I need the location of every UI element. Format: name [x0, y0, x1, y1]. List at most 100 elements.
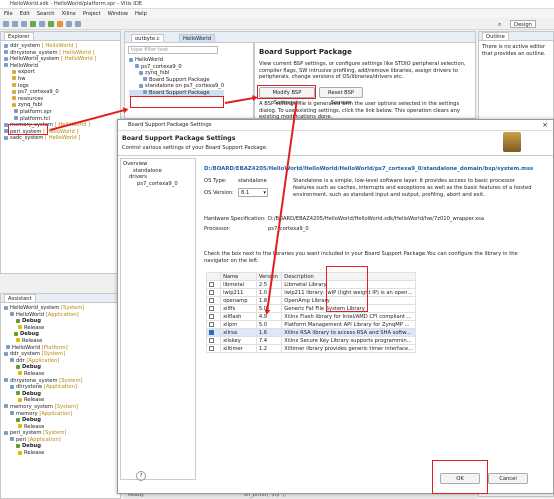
filter-input[interactable]: type filter text [128, 46, 218, 54]
explorer-item[interactable]: dhrystone_system [ HelloWorld ] [4, 50, 120, 57]
os-version-select[interactable]: 8.1 ▾ [238, 188, 268, 197]
library-checkbox[interactable] [209, 281, 214, 287]
library-row[interactable]: openamp 1.8 OpenAmp Library [205, 296, 416, 305]
program-icon[interactable] [57, 20, 63, 27]
explorer-item[interactable]: hw [4, 76, 120, 83]
explorer-item[interactable]: logs [4, 83, 120, 90]
assistant-item[interactable]: HelloWorld [Platform] [4, 345, 120, 352]
tab-outbyte[interactable]: outbyte.c [131, 34, 164, 42]
assistant-item[interactable]: Debug [4, 417, 120, 424]
node-icon [4, 351, 8, 356]
nav-standalone[interactable]: standalone [123, 168, 195, 175]
forward-icon[interactable] [75, 20, 81, 27]
assistant-item[interactable]: Release [4, 325, 120, 332]
explorer-item[interactable]: ddr_system [ HelloWorld ] [4, 43, 120, 50]
assistant-item[interactable]: peri [Application] [4, 437, 120, 444]
assistant-item[interactable]: peri_system [System] [4, 430, 120, 437]
menu-item[interactable]: Project [83, 11, 101, 17]
explorer-item[interactable]: zynq_fsbl [4, 102, 120, 109]
design-perspective-button[interactable]: Design [510, 20, 536, 28]
explorer-item[interactable]: resources [4, 96, 120, 103]
menu-item[interactable]: Edit [20, 11, 30, 17]
menu-item[interactable]: Xilinx [62, 11, 76, 17]
explorer-item[interactable]: platform.tcl [4, 116, 120, 123]
assistant-item[interactable]: Release [4, 424, 120, 431]
library-checkbox[interactable] [209, 313, 214, 319]
library-row[interactable]: xilskey 7.4 Xilinx Secure Key Library supp… [205, 336, 416, 345]
assistant-item[interactable]: HelloWorld [Application] [4, 312, 120, 319]
platform-tree-item[interactable]: ps7_cortexa9_0 [129, 64, 224, 71]
search-icon[interactable]: ⌕ [498, 21, 501, 29]
menu-item[interactable]: Search [37, 11, 55, 17]
tab-outline[interactable]: Outline [482, 32, 509, 40]
library-checkbox[interactable] [209, 337, 214, 343]
platform-tree-item[interactable]: HelloWorld [129, 57, 224, 64]
explorer-item[interactable]: ps7_cortexa9_0 [4, 89, 120, 96]
assistant-item[interactable]: memory [Application] [4, 411, 120, 418]
assistant-item[interactable]: Debug [4, 391, 120, 398]
assistant-item[interactable]: Debug [4, 364, 120, 371]
tab-assistant[interactable]: Assistant [4, 294, 36, 302]
menu-item[interactable]: Help [135, 11, 147, 17]
back-icon[interactable] [66, 20, 72, 27]
tab-explorer[interactable]: Explorer [4, 32, 34, 40]
col-name[interactable]: Name [220, 272, 257, 281]
nav-processor[interactable]: ps7_cortexa9_0 [123, 181, 195, 188]
library-checkbox[interactable] [209, 329, 214, 335]
library-row[interactable]: xilrsa 1.6 Xilinx RSA library to access RS… [205, 328, 416, 337]
library-row[interactable]: libmetal 2.5 Libmetal Library [205, 280, 416, 289]
assistant-item[interactable]: Debug [4, 318, 120, 325]
library-checkbox[interactable] [209, 305, 214, 311]
new-icon[interactable] [3, 20, 9, 27]
assistant-item[interactable]: dhrystone_system [System] [4, 378, 120, 385]
library-row[interactable]: xiltimer 1.2 Xiltimer library provides gen… [205, 344, 416, 353]
menu-item[interactable]: Window [108, 11, 128, 17]
explorer-item-label: dhrystone_system [10, 49, 58, 56]
save-icon[interactable] [12, 20, 18, 27]
run-icon[interactable] [48, 20, 54, 27]
library-checkbox[interactable] [209, 321, 214, 327]
platform-tree-item[interactable]: zynq_fsbl [129, 70, 224, 77]
highlight-bsp-node [130, 96, 224, 108]
library-checkbox[interactable] [209, 289, 214, 295]
platform-tree-item[interactable]: Board Support Package [129, 77, 224, 84]
assistant-item-label: HelloWorld [12, 344, 41, 351]
explorer-item[interactable]: HelloWorld_system [ HelloWorld ] [4, 56, 120, 63]
assistant-item[interactable]: Release [4, 338, 120, 345]
col-version[interactable]: Version [255, 272, 283, 281]
close-icon[interactable]: × [542, 121, 548, 129]
library-description: Xiltimer library provides generic timer … [281, 344, 416, 353]
node-icon [139, 70, 143, 75]
assistant-item[interactable]: Release [4, 397, 120, 404]
library-checkbox[interactable] [209, 297, 214, 303]
library-row[interactable]: xilflash 4.9 Xilinx Flash library for Inte… [205, 312, 416, 321]
cancel-button[interactable]: Cancel [488, 473, 528, 484]
assistant-item[interactable]: Debug [4, 443, 120, 450]
assistant-item-label: Debug [22, 443, 41, 450]
assistant-item[interactable]: Debug [4, 331, 120, 338]
build-icon[interactable] [30, 20, 36, 27]
assistant-item[interactable]: ddr_system [System] [4, 351, 120, 358]
nav-drivers[interactable]: drivers [123, 174, 195, 181]
copy-icon[interactable] [21, 20, 27, 27]
assistant-item[interactable]: HelloWorld_system [System] [4, 305, 120, 312]
platform-tree-item[interactable]: standalone on ps7_cortexa9_0 [129, 83, 224, 90]
tab-helloworld[interactable]: HelloWorld [179, 34, 216, 42]
library-checkbox[interactable] [209, 345, 214, 351]
assistant-item[interactable]: ddr [Application] [4, 358, 120, 365]
help-button[interactable]: ? [136, 471, 146, 481]
assistant-item[interactable]: memory_system [System] [4, 404, 120, 411]
nav-overview[interactable]: Overview [123, 161, 195, 168]
library-row[interactable]: xilffs 5.0 Generic Fat File System Library [205, 304, 416, 313]
reset-bsp-sources-button[interactable]: Reset BSP Sources [319, 87, 363, 106]
library-row[interactable]: xilpm 5.0 Platform Management API Library … [205, 320, 416, 329]
explorer-item[interactable]: HelloWorld [4, 63, 120, 70]
assistant-item[interactable]: Release [4, 371, 120, 378]
explorer-item[interactable]: sadc_system [ HelloWorld ] [4, 135, 120, 142]
library-row[interactable]: lwip211 1.0 lwip211 library: lwIP (light w… [205, 288, 416, 297]
menu-item[interactable]: File [4, 11, 13, 17]
debug-icon[interactable] [39, 20, 45, 27]
assistant-item[interactable]: Release [4, 450, 120, 457]
explorer-item[interactable]: export [4, 69, 120, 76]
assistant-item[interactable]: dhrystone [Application] [4, 384, 120, 391]
